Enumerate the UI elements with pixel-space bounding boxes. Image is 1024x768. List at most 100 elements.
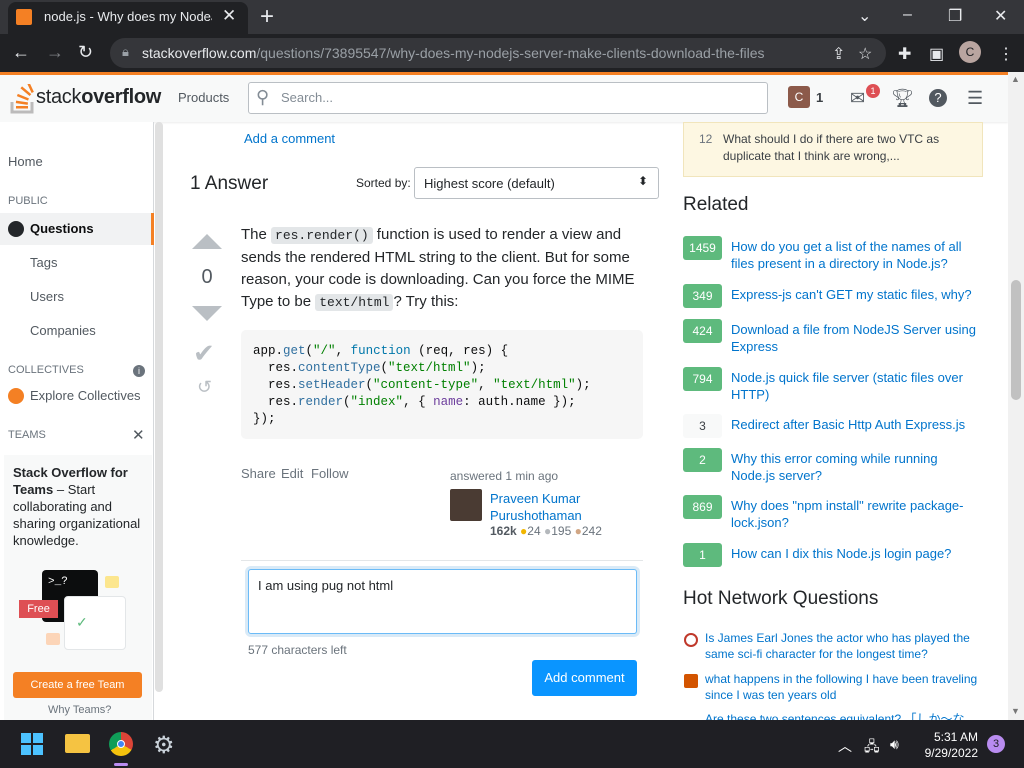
characters-left: 577 characters left xyxy=(248,643,347,657)
site-icon xyxy=(684,633,698,647)
chrome-center xyxy=(117,740,125,748)
info-icon[interactable]: i xyxy=(133,365,145,377)
accept-check-icon[interactable]: ✔ xyxy=(193,338,215,369)
restore-icon[interactable]: ❐ xyxy=(948,6,962,26)
close-window-icon[interactable]: ✕ xyxy=(994,6,1007,26)
related-score: 1459 xyxy=(683,236,722,260)
speech-bubble-icon xyxy=(46,633,60,645)
close-tab-icon[interactable]: ✕ xyxy=(222,6,236,26)
author-stats: 162k ●24 ●195 ●242 xyxy=(490,524,602,538)
related-link[interactable]: Why this error coming while running Node… xyxy=(731,450,981,484)
code-text: app.get("/", function (req, res) { res.c… xyxy=(253,344,591,426)
products-link[interactable]: Products xyxy=(178,90,229,105)
clock[interactable]: 5:31 AM 9/29/2022 xyxy=(918,729,978,761)
network-icon[interactable]: 🖧︎ xyxy=(864,736,880,760)
user-reputation[interactable]: 1 xyxy=(816,90,823,105)
scroll-thumb[interactable] xyxy=(1011,280,1021,400)
globe-icon xyxy=(8,221,24,237)
hot-question-clip: Are these two sentences equivalent? 「しか〜… xyxy=(683,711,983,720)
sorted-by-label: Sorted by: xyxy=(356,176,411,190)
create-free-team-button[interactable]: Create a free Team xyxy=(13,672,142,698)
nav-teams-heading: TEAMS xyxy=(8,429,46,441)
author-name-link[interactable]: Praveen Kumar Purushothaman xyxy=(490,490,610,524)
menu-kebab-icon[interactable]: ⋮ xyxy=(998,44,1014,64)
volume-icon[interactable]: 🔊︎ xyxy=(890,736,899,753)
inbox-icon[interactable]: ✉ xyxy=(850,88,865,109)
share-icon[interactable]: ⇪ xyxy=(832,44,845,64)
lock-icon[interactable]: 🔒︎ xyxy=(122,44,129,60)
side-panel-icon[interactable]: ▣ xyxy=(929,44,944,64)
settings-gear-icon[interactable]: ⚙ xyxy=(153,731,175,760)
related-score: 424 xyxy=(683,319,722,343)
active-app-indicator xyxy=(114,763,128,766)
profile-avatar[interactable]: C xyxy=(959,41,981,63)
upvote-arrow-icon[interactable] xyxy=(190,232,224,250)
reload-icon[interactable]: ↻ xyxy=(78,42,93,63)
related-link[interactable]: Redirect after Basic Http Auth Express.j… xyxy=(731,416,981,433)
divider xyxy=(241,560,643,561)
answered-time: answered 1 min ago xyxy=(450,469,559,483)
related-heading: Related xyxy=(683,194,749,215)
author-avatar[interactable] xyxy=(450,489,482,521)
windows-start-icon[interactable] xyxy=(21,733,43,755)
hot-question-link[interactable]: Is James Earl Jones the actor who has pl… xyxy=(705,630,981,662)
site-switcher-icon[interactable]: ☰ xyxy=(967,88,983,109)
share-link[interactable]: Share xyxy=(241,466,276,481)
history-icon[interactable]: ↺ xyxy=(197,377,212,398)
forward-icon[interactable]: → xyxy=(46,42,64,63)
close-teams-icon[interactable]: ✕ xyxy=(132,426,145,444)
left-sidebar-scrollbar[interactable] xyxy=(155,122,163,692)
clock-date: 9/29/2022 xyxy=(924,746,978,760)
nav-explore-collectives[interactable]: Explore Collectives xyxy=(30,388,141,403)
user-avatar[interactable]: C xyxy=(788,86,810,108)
comment-text[interactable]: I am using pug not html xyxy=(258,578,393,593)
scroll-up-icon[interactable]: ▲ xyxy=(1011,74,1020,84)
nav-companies[interactable]: Companies xyxy=(30,323,96,338)
related-link[interactable]: Node.js quick file server (static files … xyxy=(731,369,981,403)
related-link[interactable]: Express-js can't GET my static files, wh… xyxy=(731,286,981,303)
stackoverflow-logo-icon[interactable] xyxy=(10,84,36,114)
search-placeholder: Search... xyxy=(281,90,334,105)
notification-badge[interactable]: 3 xyxy=(987,735,1005,753)
help-icon[interactable]: ? xyxy=(929,89,947,107)
nav-questions[interactable]: Questions xyxy=(30,221,94,236)
nav-home[interactable]: Home xyxy=(8,154,43,169)
collectives-icon xyxy=(8,388,24,404)
hot-question-link[interactable]: what happens in the following I have bee… xyxy=(705,671,981,703)
add-comment-link[interactable]: Add a comment xyxy=(244,131,335,146)
bookmark-star-icon[interactable]: ☆ xyxy=(858,44,872,64)
new-tab-icon[interactable]: + xyxy=(260,3,274,31)
scroll-down-icon[interactable]: ▼ xyxy=(1011,706,1020,716)
follow-link[interactable]: Follow xyxy=(311,466,349,481)
hot-network-heading: Hot Network Questions xyxy=(683,588,879,609)
tray-chevron-icon[interactable]: ︿ xyxy=(838,736,852,756)
url-text[interactable]: stackoverflow.com/questions/73895547/why… xyxy=(142,45,765,61)
tab-search-icon[interactable]: ⌄ xyxy=(858,6,871,26)
hot-question-link[interactable]: Are these two sentences equivalent? 「しか〜… xyxy=(705,711,981,720)
nav-public-heading: PUBLIC xyxy=(8,195,48,207)
file-explorer-icon[interactable] xyxy=(65,734,90,753)
related-link[interactable]: Download a file from NodeJS Server using… xyxy=(731,321,981,355)
extensions-icon[interactable]: ✚ xyxy=(898,44,911,64)
downvote-arrow-icon[interactable] xyxy=(190,305,224,323)
minimize-icon[interactable]: – xyxy=(903,6,912,24)
free-label: Free xyxy=(19,600,58,618)
add-comment-button[interactable]: Add comment xyxy=(532,660,637,696)
search-icon: ⚲ xyxy=(256,87,270,107)
edit-link[interactable]: Edit xyxy=(281,466,303,481)
related-score: 3 xyxy=(683,414,722,438)
back-icon[interactable]: ← xyxy=(12,42,30,63)
nav-users[interactable]: Users xyxy=(30,289,64,304)
meta-score: 12 xyxy=(699,132,713,146)
nav-tags[interactable]: Tags xyxy=(30,255,57,270)
related-link[interactable]: Why does "npm install" rewrite package-l… xyxy=(731,497,981,531)
stackoverflow-wordmark[interactable]: stackoverflow xyxy=(36,86,161,109)
related-link[interactable]: How do you get a list of the names of al… xyxy=(731,238,981,272)
select-arrows-icon: ⬍ xyxy=(638,174,649,188)
related-score: 1 xyxy=(683,543,722,567)
stackoverflow-favicon-icon xyxy=(16,9,32,25)
achievements-trophy-icon[interactable]: 🏆︎ xyxy=(891,88,914,109)
related-link[interactable]: How can I dix this Node.js login page? xyxy=(731,545,981,562)
why-teams-link[interactable]: Why Teams? xyxy=(48,704,111,716)
meta-question-link[interactable]: What should I do if there are two VTC as… xyxy=(723,131,975,165)
